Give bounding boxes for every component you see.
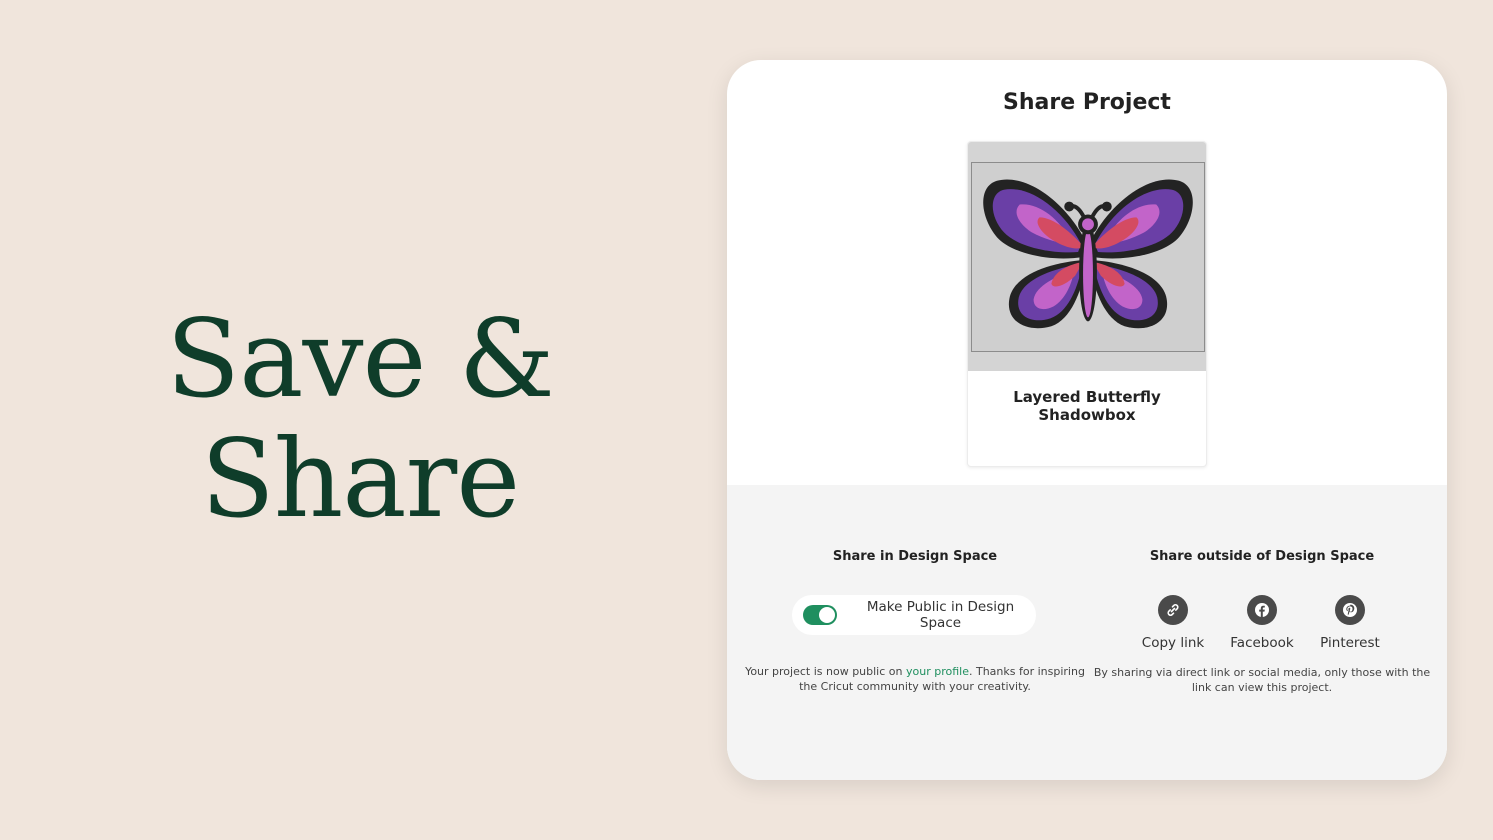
public-note: Your project is now public on your profi… bbox=[745, 664, 1085, 694]
pinterest-share-button[interactable]: Pinterest bbox=[1305, 595, 1395, 651]
share-in-heading: Share in Design Space bbox=[832, 549, 998, 564]
make-public-toggle-row[interactable]: Make Public in Design Space bbox=[792, 595, 1036, 635]
butterfly-image bbox=[971, 162, 1205, 352]
share-outside-heading: Share outside of Design Space bbox=[1149, 549, 1375, 564]
toggle-knob bbox=[819, 607, 835, 623]
share-outside-note: By sharing via direct link or social med… bbox=[1093, 666, 1431, 694]
copy-link-label: Copy link bbox=[1141, 635, 1205, 651]
facebook-icon bbox=[1247, 595, 1277, 625]
public-note-start: Your project is now public on bbox=[745, 665, 906, 678]
share-options-panel: Share in Design Space Make Public in Des… bbox=[727, 485, 1447, 780]
make-public-toggle[interactable] bbox=[803, 605, 837, 625]
dialog-title: Share Project bbox=[1003, 90, 1171, 115]
project-name: Layered Butterfly Shadowbox bbox=[1013, 388, 1161, 424]
link-icon bbox=[1158, 595, 1188, 625]
project-card[interactable]: Layered Butterfly Shadowbox bbox=[967, 141, 1207, 467]
facebook-share-button[interactable]: Facebook bbox=[1217, 595, 1307, 651]
share-project-dialog: Share Project Layered Butterfly Shadowbo… bbox=[727, 60, 1447, 780]
project-thumbnail bbox=[968, 142, 1206, 371]
pinterest-label: Pinterest bbox=[1320, 635, 1380, 651]
hero-line-1: Save & bbox=[166, 297, 555, 422]
copy-link-button[interactable]: Copy link bbox=[1128, 595, 1218, 651]
your-profile-link[interactable]: your profile bbox=[906, 665, 969, 678]
facebook-label: Facebook bbox=[1230, 635, 1294, 651]
make-public-label: Make Public in Design Space bbox=[866, 599, 1015, 631]
pinterest-icon bbox=[1335, 595, 1365, 625]
hero-line-2: Share bbox=[200, 417, 520, 542]
hero-heading: Save & Share bbox=[140, 300, 580, 540]
